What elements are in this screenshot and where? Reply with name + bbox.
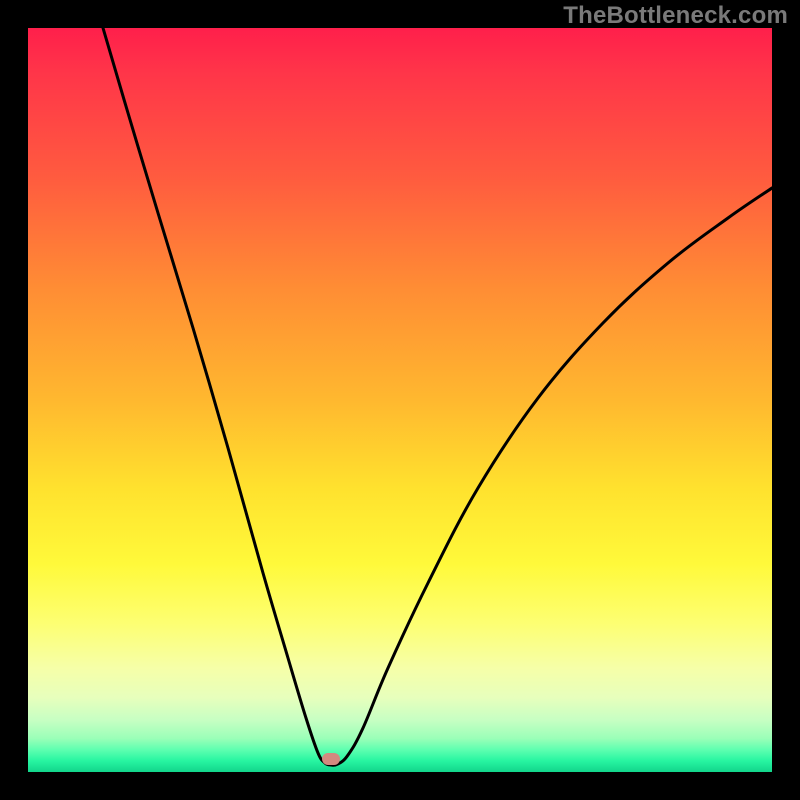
optimum-marker	[322, 753, 340, 765]
chart-frame: TheBottleneck.com	[0, 0, 800, 800]
watermark-text: TheBottleneck.com	[563, 2, 788, 30]
curve-path	[103, 28, 772, 765]
plot-area	[28, 28, 772, 772]
bottleneck-curve	[28, 28, 772, 772]
